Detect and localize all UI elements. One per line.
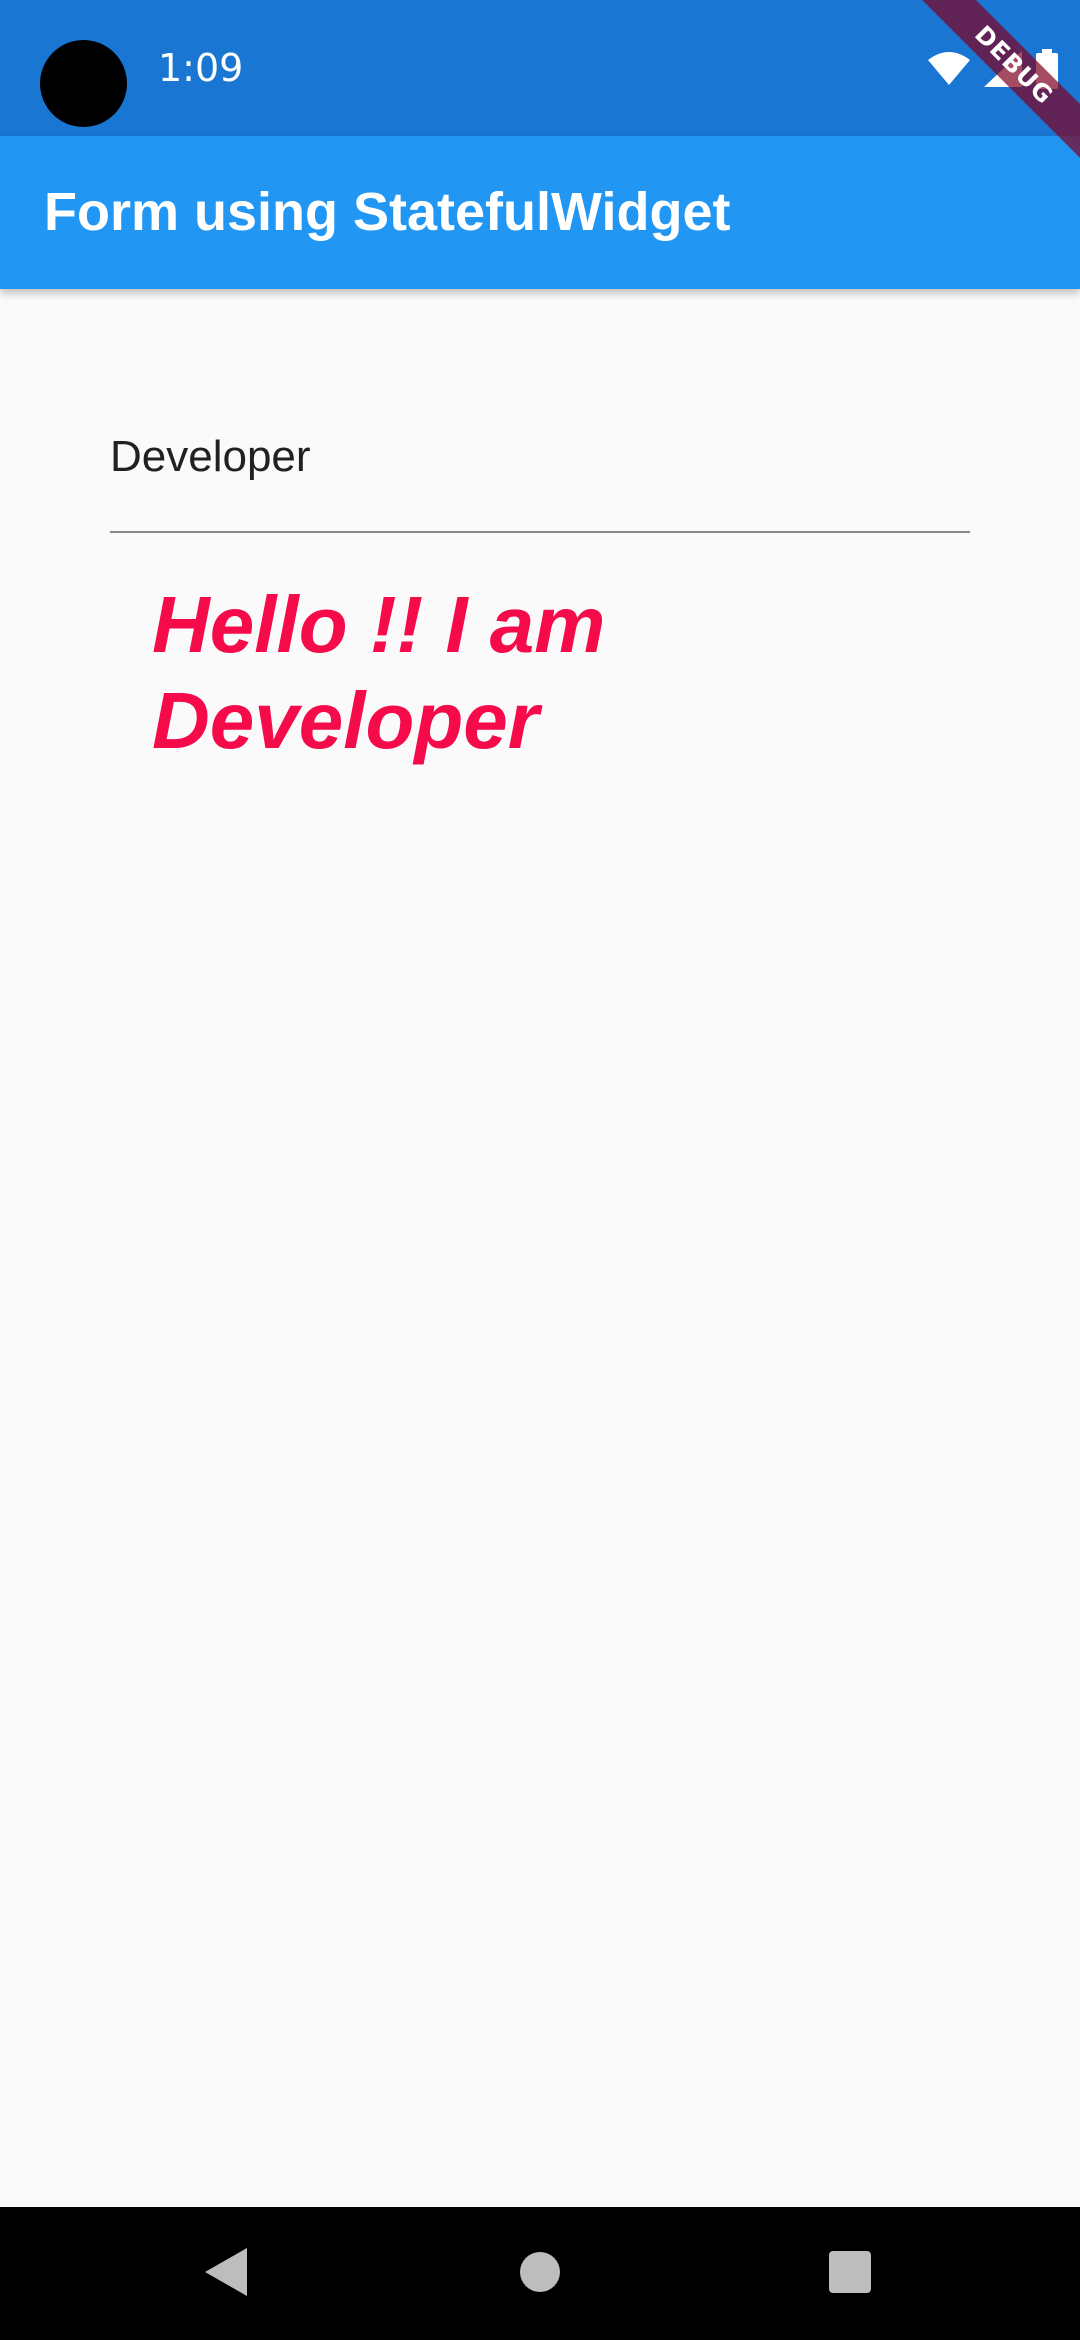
- nav-recents-button[interactable]: [780, 2207, 920, 2340]
- name-field-value[interactable]: Developer: [110, 429, 311, 485]
- phone-screen: 1:09 DEBUG Form using StatefulWidget Dev…: [0, 0, 1080, 2340]
- form-body: Developer Hello !! I am Developer: [0, 289, 1080, 2207]
- status-time: 1:09: [158, 46, 244, 90]
- status-bar: 1:09: [0, 0, 1080, 136]
- app-bar: Form using StatefulWidget: [0, 136, 1080, 289]
- recents-icon: [829, 2250, 871, 2297]
- home-icon: [519, 2251, 561, 2297]
- system-nav-bar: [0, 2207, 1080, 2340]
- greeting-text: Hello !! I am Developer: [152, 580, 606, 765]
- back-icon: [205, 2247, 247, 2300]
- nav-home-button[interactable]: [470, 2207, 610, 2340]
- name-text-field[interactable]: Developer: [110, 409, 970, 533]
- camera-cutout: [40, 40, 127, 127]
- nav-back-button[interactable]: [156, 2207, 296, 2340]
- app-bar-title: Form using StatefulWidget: [44, 182, 731, 242]
- wifi-icon: [928, 52, 970, 86]
